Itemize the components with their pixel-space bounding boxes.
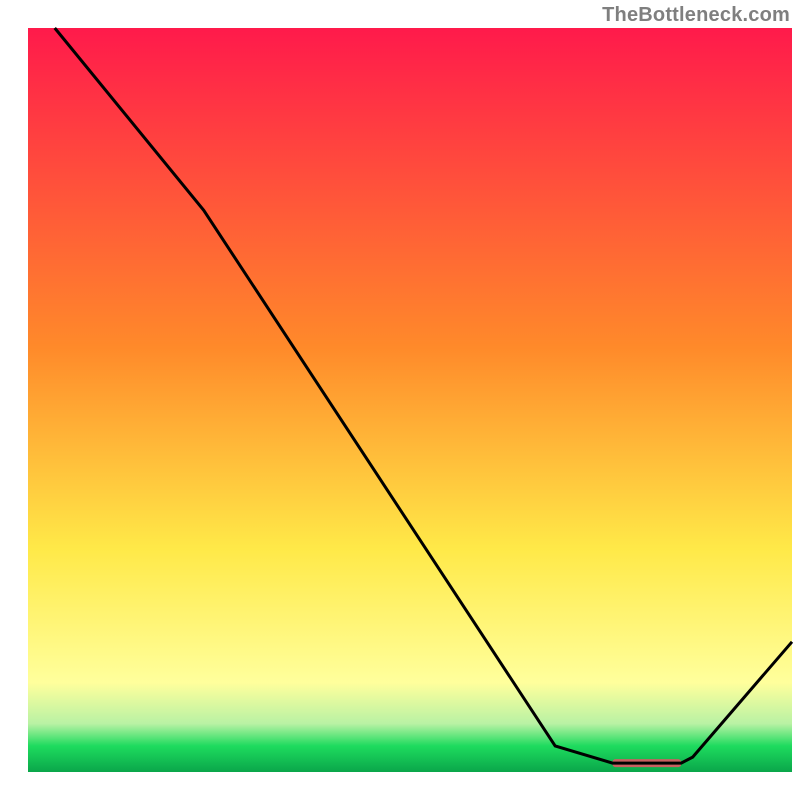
plot-area <box>28 28 792 772</box>
gradient-background <box>28 28 792 772</box>
chart-stage: TheBottleneck.com <box>0 0 800 800</box>
watermark-text: TheBottleneck.com <box>602 4 790 27</box>
bottleneck-chart <box>0 0 800 800</box>
